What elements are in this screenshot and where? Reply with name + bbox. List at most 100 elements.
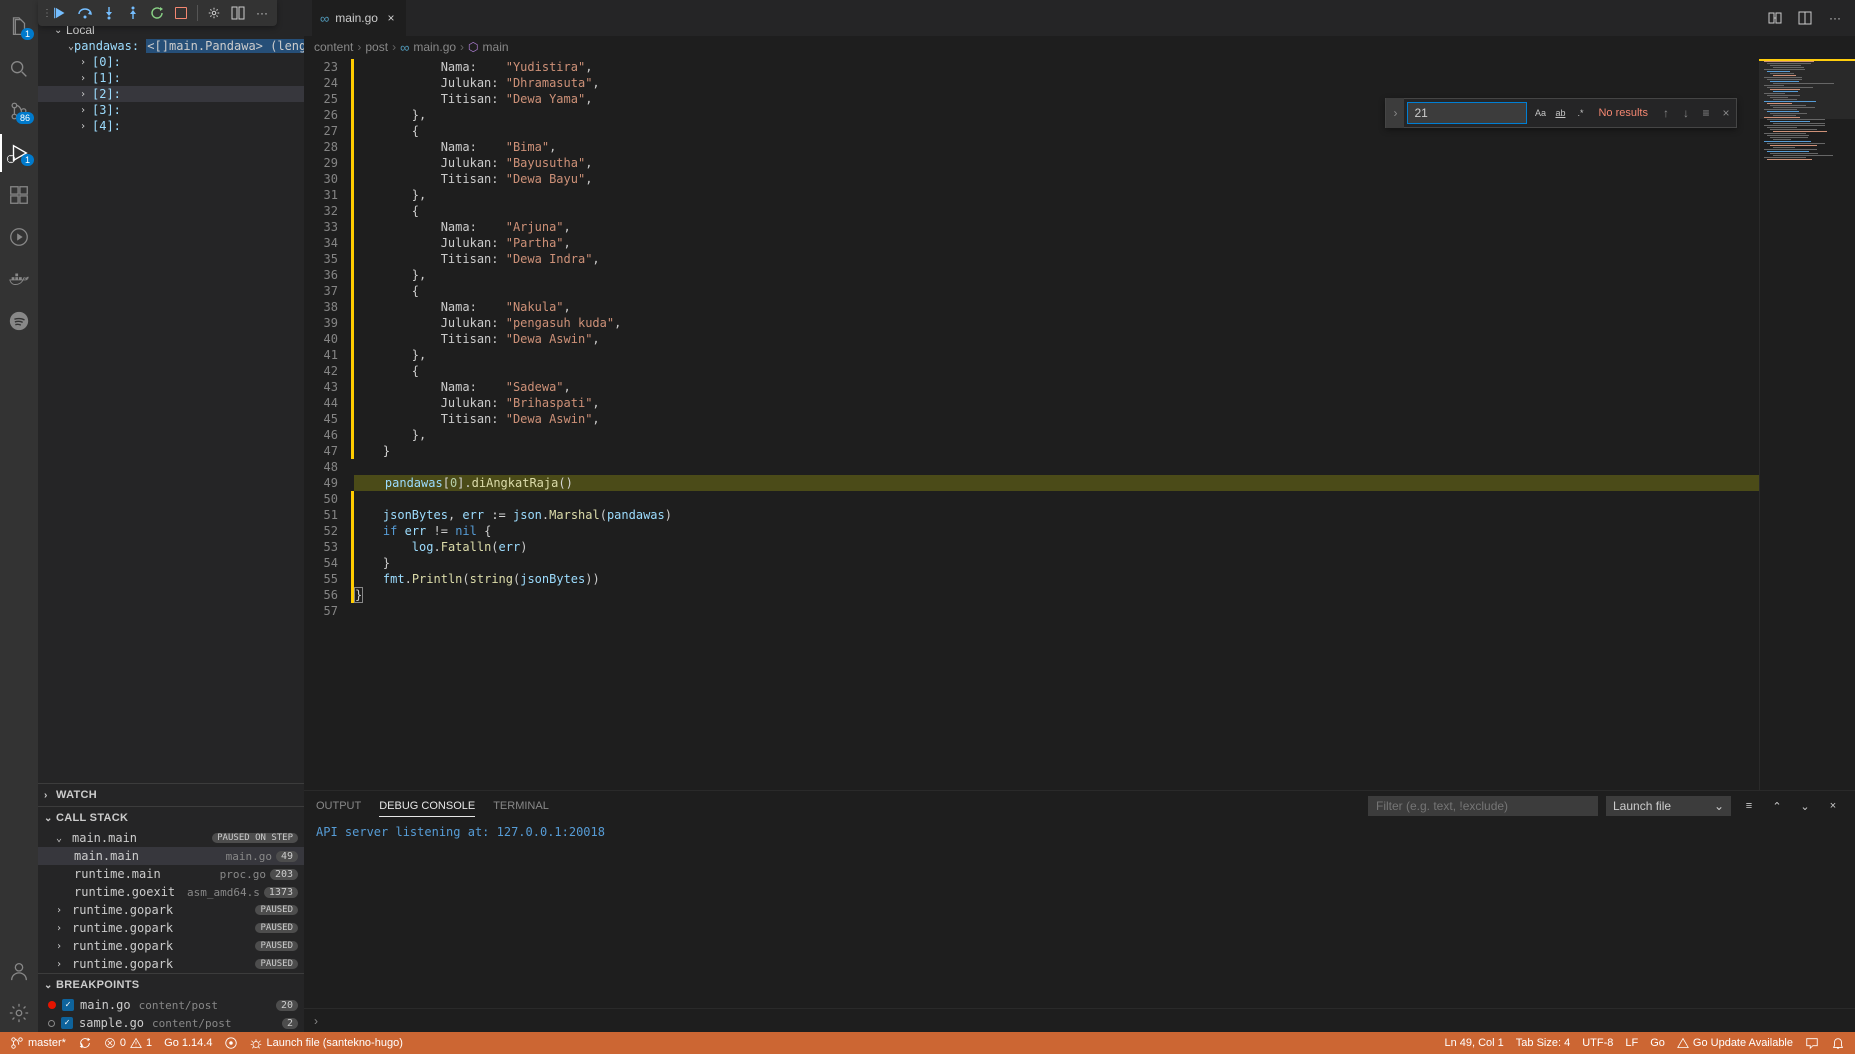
- regex-icon[interactable]: .*: [1571, 104, 1589, 122]
- callstack-frame[interactable]: main.mainmain.go49: [38, 847, 304, 865]
- tab-main-go[interactable]: ∞ main.go ×: [312, 0, 407, 36]
- manage-icon[interactable]: [0, 994, 38, 1032]
- whole-word-icon[interactable]: ab: [1551, 104, 1569, 122]
- language-mode[interactable]: Go: [1644, 1032, 1671, 1054]
- spotify-icon[interactable]: [0, 302, 38, 340]
- callstack-thread[interactable]: ›runtime.goparkPAUSED: [38, 901, 304, 919]
- next-match-icon[interactable]: ↓: [1676, 103, 1696, 123]
- gutter[interactable]: 2324252627282930313233343536373839404142…: [304, 59, 354, 790]
- more-actions-icon[interactable]: ···: [1825, 8, 1845, 28]
- debug-config[interactable]: Launch file (santekno-hugo): [244, 1032, 408, 1054]
- debug-icon[interactable]: 1: [0, 134, 38, 172]
- var-pandawas[interactable]: ⌄pandawas: <[]main.Pandawa> (length: 5, …: [38, 38, 304, 54]
- test-icon[interactable]: [0, 218, 38, 256]
- scm-icon[interactable]: 86: [0, 92, 38, 130]
- step-into-button[interactable]: [98, 2, 120, 24]
- code-editor[interactable]: 2324252627282930313233343536373839404142…: [304, 58, 1855, 790]
- panel: OUTPUT DEBUG CONSOLE TERMINAL Launch fil…: [304, 790, 1855, 1032]
- breadcrumb-post[interactable]: post: [365, 40, 388, 54]
- symbol-icon: ⬡: [468, 40, 478, 54]
- callstack-header[interactable]: ⌄CALL STACK: [38, 807, 304, 829]
- collapse-icon[interactable]: ⌃: [1767, 796, 1787, 816]
- problems-status[interactable]: 0 1: [98, 1032, 158, 1054]
- feedback-icon[interactable]: [1799, 1032, 1825, 1054]
- find-toggle-icon[interactable]: ›: [1386, 98, 1404, 128]
- debug-sidebar: ⌄VARIABLES ⌄Local ⌄pandawas: <[]main.Pan…: [38, 0, 304, 1032]
- breakpoint-item[interactable]: ✓sample.gocontent/post2: [38, 1014, 304, 1032]
- eol[interactable]: LF: [1619, 1032, 1644, 1054]
- breakpoints-header[interactable]: ⌄BREAKPOINTS: [38, 974, 304, 996]
- extensions-icon[interactable]: [0, 176, 38, 214]
- continue-button[interactable]: [50, 2, 72, 24]
- var-item[interactable]: ›[0]:: [38, 54, 304, 70]
- launch-select[interactable]: Launch file⌄: [1606, 796, 1731, 816]
- callstack-frame[interactable]: runtime.mainproc.go203: [38, 865, 304, 883]
- settings-icon[interactable]: [203, 2, 225, 24]
- more-icon[interactable]: ···: [251, 2, 273, 24]
- debug-console-output: API server listening at: 127.0.0.1:20018: [304, 821, 1855, 1008]
- breadcrumb-content[interactable]: content: [314, 40, 353, 54]
- find-widget: › Aa ab .* No results ↑ ↓ ≡ ×: [1385, 98, 1737, 128]
- account-icon[interactable]: [0, 952, 38, 990]
- sync-status[interactable]: [72, 1032, 98, 1054]
- chevron-right-icon: ›: [314, 1014, 318, 1028]
- docker-icon[interactable]: [0, 260, 38, 298]
- callstack-thread[interactable]: ›runtime.goparkPAUSED: [38, 937, 304, 955]
- compare-icon[interactable]: [1765, 8, 1785, 28]
- close-panel-icon[interactable]: ×: [1823, 796, 1843, 816]
- panel-filter-input[interactable]: [1368, 796, 1598, 816]
- close-icon[interactable]: ×: [384, 11, 398, 25]
- go-version[interactable]: Go 1.14.4: [158, 1032, 218, 1054]
- match-case-icon[interactable]: Aa: [1531, 104, 1549, 122]
- callstack-frame[interactable]: runtime.goexitasm_amd64.s1373: [38, 883, 304, 901]
- close-find-icon[interactable]: ×: [1716, 103, 1736, 123]
- tab-size[interactable]: Tab Size: 4: [1510, 1032, 1576, 1054]
- live-share-icon[interactable]: [218, 1032, 244, 1054]
- drag-handle-icon[interactable]: ⋮⋮: [42, 8, 48, 19]
- debug-console-input[interactable]: ›: [304, 1008, 1855, 1032]
- tab-terminal[interactable]: TERMINAL: [493, 796, 549, 816]
- step-out-button[interactable]: [122, 2, 144, 24]
- watch-title: WATCH: [56, 789, 97, 801]
- minimap[interactable]: [1759, 59, 1855, 790]
- explorer-badge: 1: [21, 28, 34, 40]
- tab-debug-console[interactable]: DEBUG CONSOLE: [379, 796, 475, 817]
- watch-header[interactable]: ›WATCH: [38, 784, 304, 806]
- callstack-thread[interactable]: ⌄main.mainPAUSED ON STEP: [38, 829, 304, 847]
- prev-match-icon[interactable]: ↑: [1656, 103, 1676, 123]
- callstack-title: CALL STACK: [56, 812, 128, 824]
- breadcrumb-file[interactable]: main.go: [413, 40, 456, 54]
- step-over-button[interactable]: [74, 2, 96, 24]
- word-wrap-icon[interactable]: ≡: [1739, 796, 1759, 816]
- var-item[interactable]: ›[1]:: [38, 70, 304, 86]
- stop-button[interactable]: [170, 2, 192, 24]
- explorer-icon[interactable]: 1: [0, 8, 38, 46]
- notifications-icon[interactable]: [1825, 1032, 1851, 1054]
- status-bar: master* 0 1 Go 1.14.4 Launch file (sante…: [0, 1032, 1855, 1054]
- layout-icon[interactable]: [227, 2, 249, 24]
- var-item[interactable]: ›[2]:: [38, 86, 304, 102]
- find-in-selection-icon[interactable]: ≡: [1696, 103, 1716, 123]
- callstack-thread[interactable]: ›runtime.goparkPAUSED: [38, 955, 304, 973]
- go-update[interactable]: Go Update Available: [1671, 1032, 1799, 1054]
- debug-toolbar: ⋮⋮ ···: [38, 0, 277, 26]
- var-item[interactable]: ›[4]:: [38, 118, 304, 134]
- tab-label: main.go: [335, 11, 378, 25]
- maximize-icon[interactable]: ⌄: [1795, 796, 1815, 816]
- restart-button[interactable]: [146, 2, 168, 24]
- code-lines[interactable]: Nama: "Yudistira", Julukan: "Dhramasuta"…: [354, 59, 1759, 790]
- search-icon[interactable]: [0, 50, 38, 88]
- encoding[interactable]: UTF-8: [1576, 1032, 1619, 1054]
- tab-output[interactable]: OUTPUT: [316, 796, 361, 816]
- var-item[interactable]: ›[3]:: [38, 102, 304, 118]
- find-input[interactable]: [1407, 102, 1527, 124]
- breadcrumb: content› post› ∞ main.go› ⬡ main: [304, 36, 1855, 58]
- breadcrumb-main[interactable]: main: [483, 40, 509, 54]
- cursor-position[interactable]: Ln 49, Col 1: [1438, 1032, 1509, 1054]
- callstack-thread[interactable]: ›runtime.goparkPAUSED: [38, 919, 304, 937]
- split-icon[interactable]: [1795, 8, 1815, 28]
- panel-tabs: OUTPUT DEBUG CONSOLE TERMINAL Launch fil…: [304, 791, 1855, 821]
- branch-status[interactable]: master*: [4, 1032, 72, 1054]
- breakpoint-item[interactable]: ✓main.gocontent/post20: [38, 996, 304, 1014]
- activity-bar: 1 86 1: [0, 0, 38, 1032]
